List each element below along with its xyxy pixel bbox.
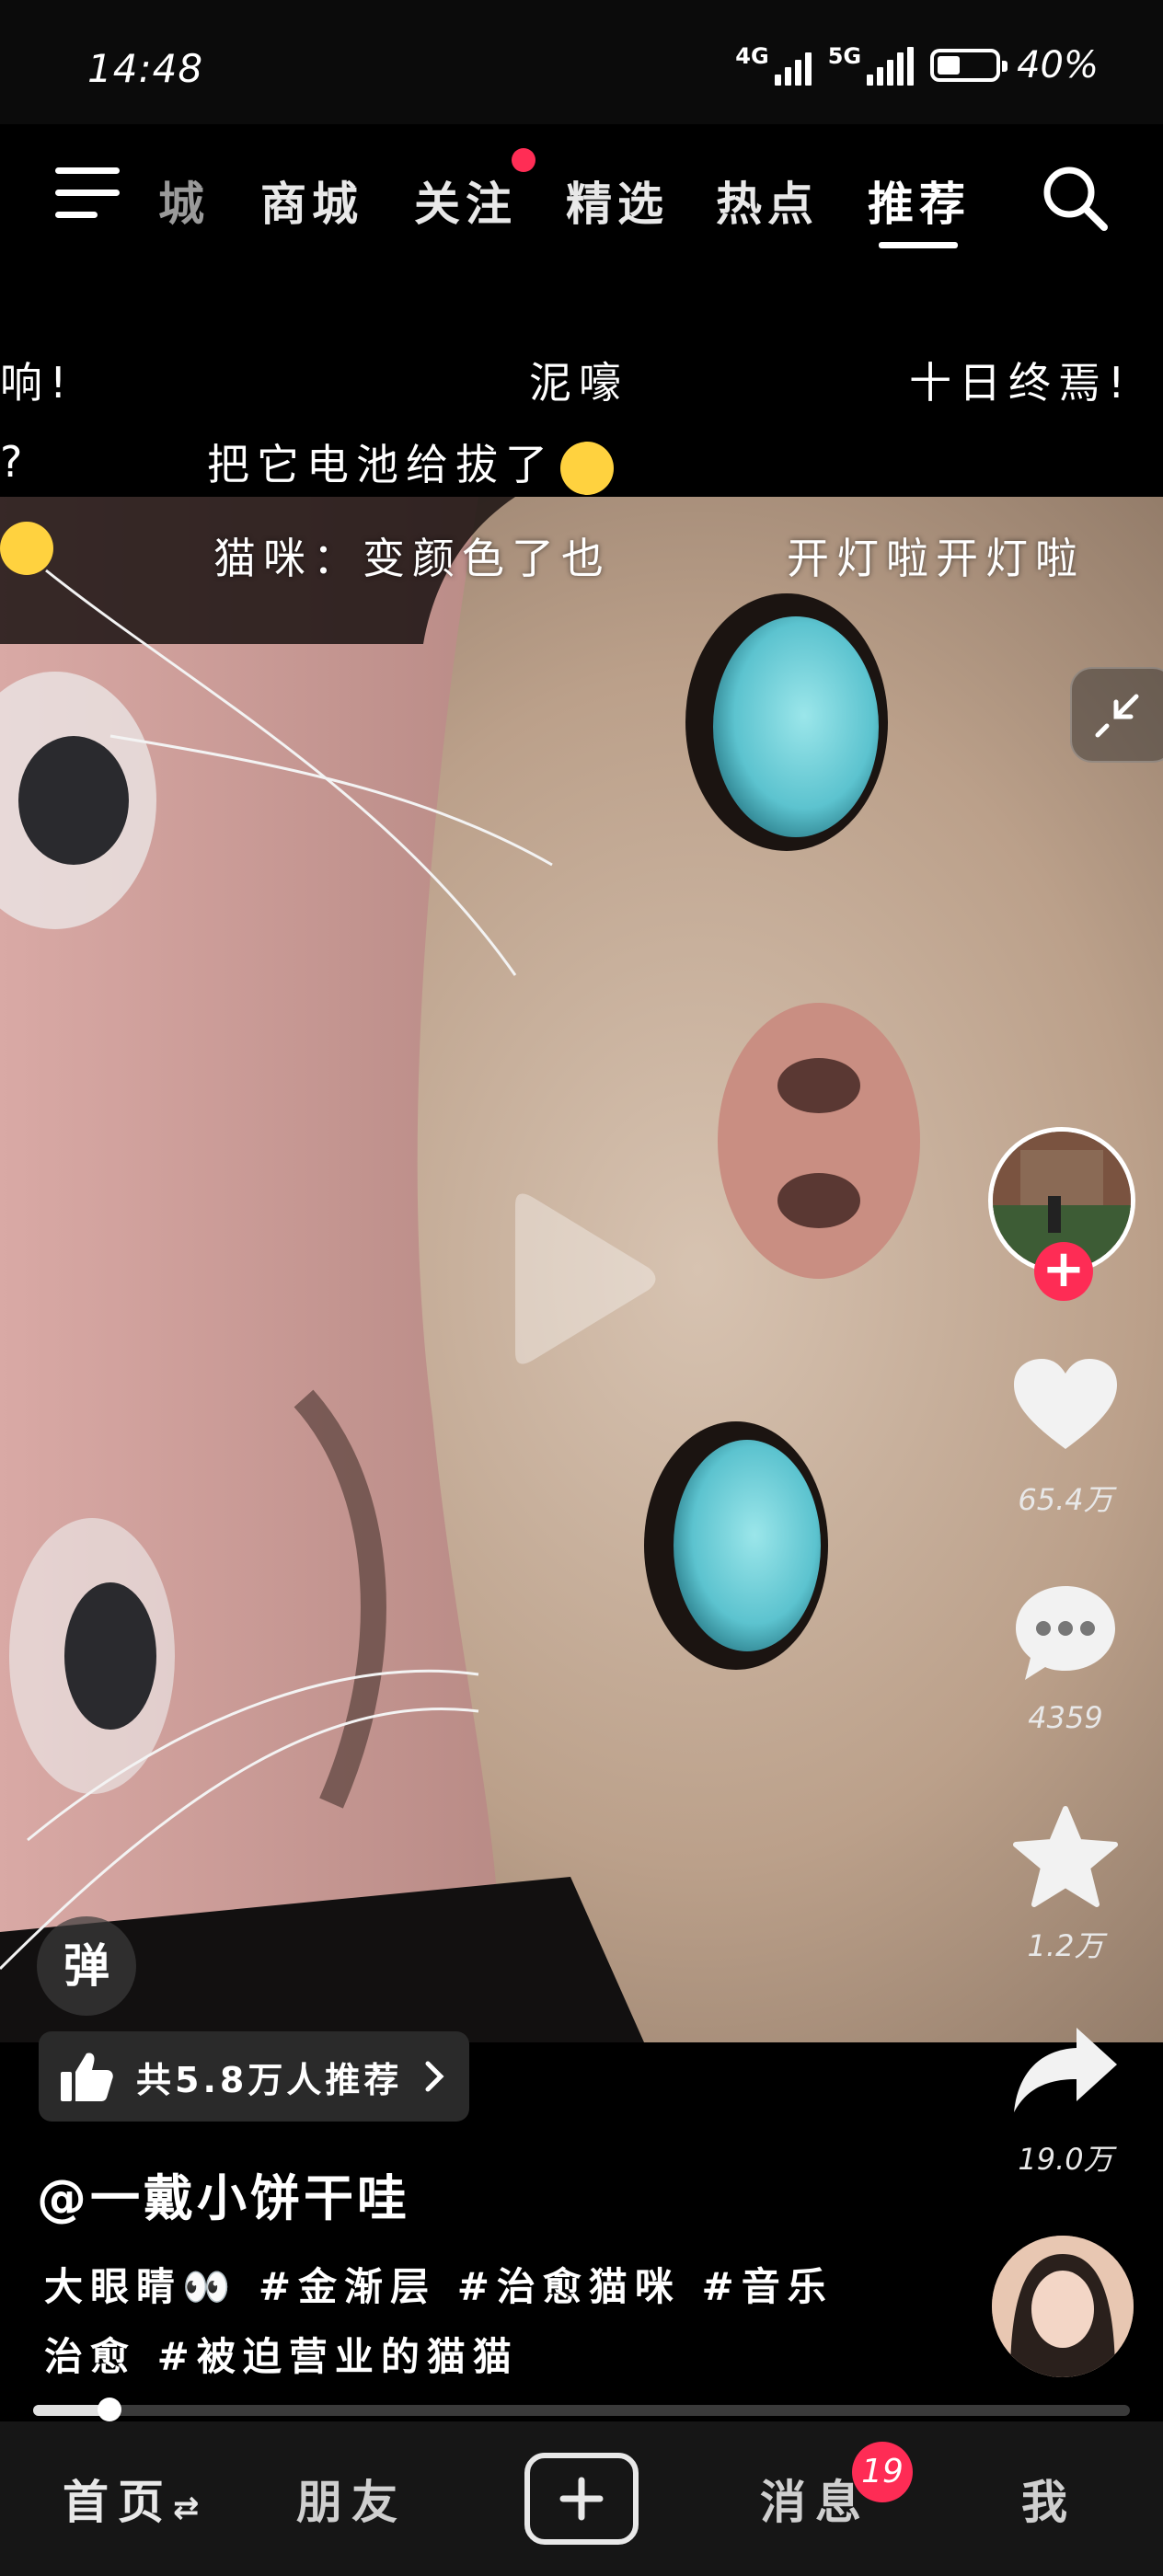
share-arrow-icon[interactable] bbox=[1010, 2024, 1121, 2116]
tab-shop[interactable]: 商城 bbox=[260, 167, 363, 234]
tab-mall-partial[interactable]: 城 bbox=[158, 167, 210, 234]
plus-icon bbox=[559, 2477, 604, 2521]
status-time: 14:48 bbox=[87, 46, 204, 91]
create-button[interactable] bbox=[524, 2453, 639, 2545]
collapse-screen-button[interactable] bbox=[1070, 667, 1163, 763]
danmaku-comment: 响! bbox=[0, 358, 75, 408]
bottom-nav: 首页⇄ 朋友 消息 19 我 bbox=[0, 2421, 1163, 2576]
hamburger-icon[interactable] bbox=[55, 167, 120, 219]
status-bar: 14:48 4G 5G 40% bbox=[0, 0, 1163, 124]
refresh-swap-icon: ⇄ bbox=[173, 2490, 200, 2526]
follow-button[interactable]: + bbox=[1034, 1242, 1093, 1301]
video-description-line[interactable]: 治愈 #被迫营业的猫猫 bbox=[44, 2326, 519, 2382]
chevron-right-icon bbox=[425, 2061, 444, 2092]
network-5g-label: 5G bbox=[827, 43, 862, 69]
status-icons: 4G 5G 40% bbox=[735, 44, 1099, 86]
play-icon[interactable] bbox=[497, 1187, 662, 1371]
thumbs-up-icon bbox=[61, 2053, 113, 2101]
favorite-count: 1.2万 bbox=[1027, 1928, 1104, 1963]
danmaku-comment: ? bbox=[0, 437, 30, 487]
signal-5g-icon: 5G bbox=[827, 43, 915, 86]
tab-follow[interactable]: 关注 bbox=[414, 167, 517, 234]
messages-badge: 19 bbox=[852, 2442, 913, 2502]
nav-home-label: 首页 bbox=[63, 2476, 173, 2529]
author-name[interactable]: @一戴小饼干哇 bbox=[37, 2157, 410, 2230]
network-4g-label: 4G bbox=[735, 43, 769, 69]
search-icon[interactable] bbox=[1038, 161, 1111, 235]
battery-percent: 40% bbox=[1017, 44, 1099, 86]
video-description-line[interactable]: 大眼睛👀 #金渐层 #治愈猫咪 #音乐 bbox=[44, 2256, 834, 2312]
nav-friends[interactable]: 朋友 bbox=[296, 2466, 407, 2532]
tab-recommend[interactable]: 推荐 bbox=[868, 167, 971, 234]
music-avatar-image bbox=[992, 2236, 1134, 2377]
comment-icon[interactable] bbox=[1012, 1582, 1119, 1684]
favorite-star-icon[interactable] bbox=[1010, 1805, 1121, 1910]
like-count: 65.4万 bbox=[1018, 1482, 1113, 1517]
unamused-emoji-icon bbox=[560, 441, 614, 495]
collapse-arrows-icon bbox=[1095, 694, 1139, 738]
progress-track[interactable] bbox=[33, 2405, 1130, 2416]
progress-knob[interactable] bbox=[98, 2398, 121, 2421]
share-count: 19.0万 bbox=[1018, 2142, 1113, 2177]
danmaku-comment: 泥嚎 bbox=[529, 358, 628, 408]
comment-count: 4359 bbox=[1028, 1700, 1103, 1735]
video-player[interactable]: 响! 泥嚎 十日终焉! ? 把它电池给拔了 猫咪：变颜色了也 开灯啦开灯啦 弹 bbox=[0, 262, 1163, 2042]
recommend-count-text: 共5.8万人推荐 bbox=[136, 2059, 403, 2100]
danmaku-comment: 十日终焉! bbox=[909, 358, 1133, 408]
music-disc-avatar[interactable] bbox=[992, 2236, 1134, 2377]
danmaku-comment: 把它电池给拔了 bbox=[207, 431, 614, 495]
danmaku-toggle-button[interactable]: 弹 bbox=[37, 1916, 136, 2016]
follow-notification-dot bbox=[512, 148, 535, 172]
like-heart-icon[interactable] bbox=[1012, 1357, 1119, 1455]
battery-icon bbox=[930, 49, 1008, 82]
danmaku-comment: 开灯啦开灯啦 bbox=[787, 534, 1085, 583]
recommend-pill[interactable]: 共5.8万人推荐 bbox=[39, 2031, 469, 2122]
tab-hot[interactable]: 热点 bbox=[716, 167, 819, 234]
top-nav: 城 商城 关注 精选 热点 推荐 bbox=[0, 124, 1163, 262]
laughing-emoji-icon bbox=[0, 522, 53, 575]
danmaku-comment: 猫咪：变颜色了也 bbox=[213, 534, 611, 583]
signal-4g-icon: 4G bbox=[735, 43, 812, 86]
tab-featured[interactable]: 精选 bbox=[566, 167, 669, 234]
nav-me[interactable]: 我 bbox=[1021, 2466, 1077, 2532]
active-tab-indicator bbox=[879, 242, 958, 248]
nav-home[interactable]: 首页⇄ bbox=[63, 2466, 200, 2532]
